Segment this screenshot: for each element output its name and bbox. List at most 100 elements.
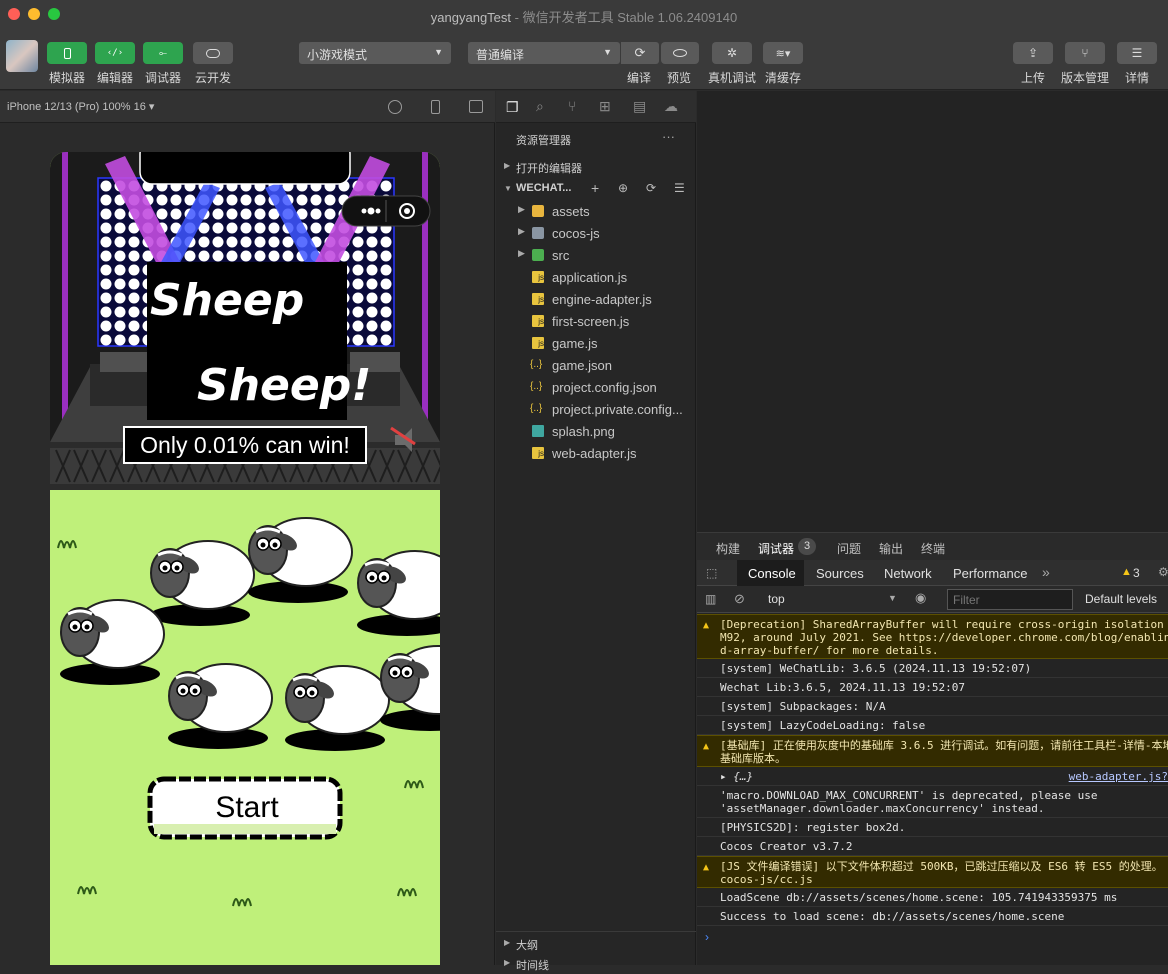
folder-icon	[532, 205, 544, 217]
cloud-dev-button[interactable]	[193, 42, 233, 64]
rotate-device-icon[interactable]	[431, 100, 440, 114]
log-levels-select[interactable]: Default levels	[1085, 592, 1157, 606]
settings-icon[interactable]: ⚙	[1158, 565, 1168, 579]
more-icon[interactable]: ···	[662, 129, 675, 144]
tab-performance[interactable]: Performance	[953, 566, 1027, 581]
led-dot	[212, 208, 224, 220]
file-item[interactable]: js application.js	[496, 266, 696, 288]
game-canvas[interactable]: Sheep Sheep! Only 0.01% can win! Start	[50, 152, 440, 965]
led-dot	[114, 208, 126, 220]
preview-button[interactable]	[661, 42, 699, 64]
device-select[interactable]: iPhone 12/13 (Pro) 100% 16 ▾	[7, 100, 154, 113]
tab-output[interactable]: 输出	[879, 540, 903, 557]
open-editors-section[interactable]: ▶ 打开的编辑器	[496, 156, 696, 178]
tab-network[interactable]: Network	[884, 566, 932, 581]
file-item[interactable]: js engine-adapter.js	[496, 288, 696, 310]
game-title-line2: Sheep!	[197, 360, 371, 411]
upload-button[interactable]: ⇪	[1013, 42, 1053, 64]
version-control-button[interactable]: ⑂	[1065, 42, 1105, 64]
led-dot	[366, 292, 378, 304]
more-tabs-icon[interactable]: »	[1042, 564, 1050, 580]
simulator-label: 模拟器	[48, 71, 85, 85]
led-dot	[254, 222, 266, 234]
outline-section[interactable]: ▶ 大纲	[496, 934, 696, 954]
simulator-toggle-button[interactable]	[47, 42, 87, 64]
tab-sources[interactable]: Sources	[816, 566, 864, 581]
led-dot	[380, 334, 392, 346]
folder-item[interactable]: ▶ cocos-js	[496, 222, 696, 244]
debug-icon: ⟜	[159, 47, 167, 59]
file-item[interactable]: {..} project.private.config...	[496, 398, 696, 420]
folder-item[interactable]: ▶ src	[496, 244, 696, 266]
led-dot	[380, 236, 392, 248]
console-message-text[interactable]: ▸ {…}	[720, 770, 753, 783]
led-dot	[128, 306, 140, 318]
tab-console[interactable]: Console	[737, 560, 804, 586]
led-dot	[212, 222, 224, 234]
new-folder-icon[interactable]: ⊕	[618, 181, 628, 195]
file-name: web-adapter.js	[552, 446, 637, 461]
led-dot	[100, 306, 112, 318]
file-item[interactable]: splash.png	[496, 420, 696, 442]
tab-debugger[interactable]: 调试器	[758, 540, 794, 557]
record-icon[interactable]	[388, 100, 402, 114]
source-control-icon[interactable]: ⑂	[568, 98, 576, 114]
console-message-text: [system] LazyCodeLoading: false	[720, 719, 926, 732]
led-dot	[128, 264, 140, 276]
led-dot	[324, 208, 336, 220]
console-filter-input[interactable]	[947, 589, 1073, 610]
file-item[interactable]: js web-adapter.js	[496, 442, 696, 464]
file-item[interactable]: {..} project.config.json	[496, 376, 696, 398]
stage-pillar-right	[422, 152, 428, 442]
timeline-section[interactable]: ▶ 时间线	[496, 954, 696, 974]
window-titlebar: yangyangTest - 微信开发者工具 Stable 1.06.24091…	[0, 0, 1168, 30]
avatar[interactable]	[6, 40, 38, 72]
warning-count[interactable]: 3	[1133, 566, 1140, 580]
led-dot	[366, 306, 378, 318]
debugger-toggle-button[interactable]: ⟜	[143, 42, 183, 64]
details-button[interactable]: ☰	[1117, 42, 1157, 64]
new-file-icon[interactable]: +	[591, 180, 599, 196]
tab-terminal[interactable]: 终端	[921, 540, 945, 557]
project-section[interactable]: ▼ WECHAT... + ⊕ ⟳ ☰	[496, 178, 696, 200]
preview-label: 预览	[666, 71, 691, 85]
clear-cache-button[interactable]: ≋▾	[763, 42, 803, 64]
led-dot	[366, 250, 378, 262]
files-icon[interactable]: ❐	[506, 99, 519, 116]
editor-toggle-button[interactable]: ‹/›	[95, 42, 135, 64]
console-source-link[interactable]: web-adapter.js?	[1069, 770, 1168, 783]
save-icon[interactable]: ▤	[633, 98, 646, 115]
context-select[interactable]: top ▼	[760, 589, 900, 609]
console-prompt-icon[interactable]: ›	[705, 930, 709, 944]
extensions-icon[interactable]: ⊞	[599, 98, 611, 115]
file-item[interactable]: {..} game.json	[496, 354, 696, 376]
refresh-icon[interactable]: ⟳	[646, 181, 656, 195]
file-item[interactable]: js first-screen.js	[496, 310, 696, 332]
tab-problems[interactable]: 问题	[837, 540, 861, 557]
file-item[interactable]: js game.js	[496, 332, 696, 354]
detach-window-icon[interactable]	[469, 100, 483, 113]
led-dot	[352, 334, 364, 346]
chevron-right-icon: ▶	[518, 226, 525, 236]
tab-build[interactable]: 构建	[716, 540, 740, 557]
compile-select[interactable]: 普通编译 ▼	[468, 42, 620, 64]
led-dot	[380, 264, 392, 276]
search-icon[interactable]: ⌕	[536, 98, 544, 115]
folder-item[interactable]: ▶ assets	[496, 200, 696, 222]
docker-icon[interactable]: ☁	[664, 98, 678, 115]
eye-icon[interactable]: ◉	[915, 590, 926, 606]
inspect-element-icon[interactable]: ⬚	[706, 566, 717, 580]
file-name: src	[552, 248, 570, 263]
collapse-all-icon[interactable]: ☰	[674, 181, 685, 195]
devtools-panel: 构建 调试器 3 问题 输出 终端 ⬚ Console Sources Netw…	[697, 532, 1168, 965]
file-name: game.js	[552, 336, 598, 351]
clear-console-icon[interactable]: ⊘	[734, 591, 745, 607]
console-message: Cocos Creator v3.7.2	[697, 837, 1168, 856]
led-dot	[282, 250, 294, 262]
mode-select[interactable]: 小游戏模式 ▼	[299, 42, 451, 64]
compile-button[interactable]: ⟳	[621, 42, 659, 64]
led-dot	[100, 222, 112, 234]
sidebar-toggle-icon[interactable]: ▥	[705, 592, 716, 606]
file-name: application.js	[552, 270, 628, 285]
remote-debug-button[interactable]: ✲	[712, 42, 752, 64]
